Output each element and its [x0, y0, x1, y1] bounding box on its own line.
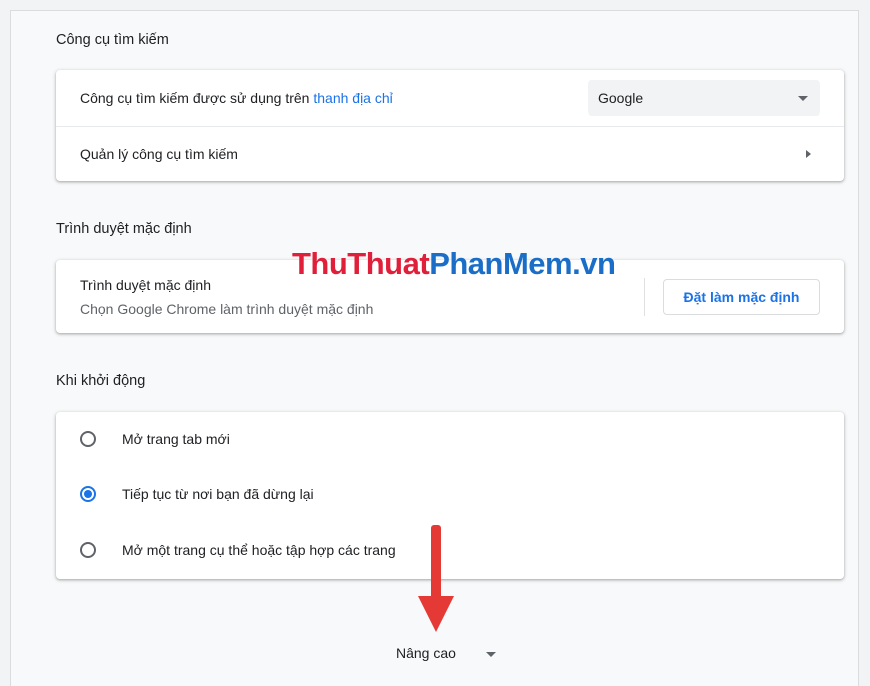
startup-option-continue[interactable]: Tiếp tục từ nơi bạn đã dừng lại — [56, 467, 844, 523]
advanced-label: Nâng cao — [396, 645, 456, 661]
expand-arrow-icon[interactable] — [486, 652, 496, 657]
startup-option-new-tab[interactable]: Mở trang tab mới — [56, 412, 844, 468]
startup-option-specific-pages[interactable]: Mở một trang cụ thể hoặc tập hợp các tra… — [56, 523, 844, 579]
startup-card: Mở trang tab mới Tiếp tục từ nơi bạn đã … — [56, 412, 844, 579]
startup-option-label: Mở trang tab mới — [122, 431, 230, 447]
manage-search-engines-label: Quản lý công cụ tìm kiếm — [80, 146, 238, 162]
advanced-toggle[interactable]: Nâng cao — [396, 645, 456, 661]
radio-checked-icon[interactable] — [80, 486, 96, 502]
watermark-part1: ThuThuat — [292, 246, 430, 281]
watermark-logo: ThuThuatPhanMem.vn — [292, 246, 616, 282]
search-engine-row-label: Công cụ tìm kiếm được sử dụng trên thanh… — [80, 90, 393, 106]
startup-section-title: Khi khởi động — [56, 373, 146, 389]
manage-search-engines-row[interactable]: Quản lý công cụ tìm kiếm — [56, 127, 844, 181]
default-browser-section-title: Trình duyệt mặc định — [56, 221, 192, 237]
startup-option-label: Mở một trang cụ thể hoặc tập hợp các tra… — [122, 542, 396, 558]
chevron-right-icon — [806, 150, 811, 158]
default-browser-title: Trình duyệt mặc định — [80, 277, 211, 293]
address-bar-link[interactable]: thanh địa chỉ — [313, 90, 392, 106]
startup-option-label: Tiếp tục từ nơi bạn đã dừng lại — [122, 486, 314, 502]
vertical-divider — [644, 278, 645, 316]
search-engine-select[interactable]: Google — [588, 80, 820, 116]
search-engine-card: Công cụ tìm kiếm được sử dụng trên thanh… — [56, 70, 844, 181]
dropdown-arrow-icon — [798, 96, 808, 101]
annotation-arrow-head-icon — [418, 596, 454, 632]
watermark-part3: .vn — [572, 246, 616, 281]
radio-unchecked-icon[interactable] — [80, 542, 96, 558]
radio-unchecked-icon[interactable] — [80, 431, 96, 447]
search-engine-row: Công cụ tìm kiếm được sử dụng trên thanh… — [56, 70, 844, 126]
make-default-button[interactable]: Đặt làm mặc định — [663, 279, 820, 315]
default-browser-subtitle: Chọn Google Chrome làm trình duyệt mặc đ… — [80, 301, 374, 317]
search-engine-section-title: Công cụ tìm kiếm — [56, 32, 169, 48]
search-engine-row-prefix: Công cụ tìm kiếm được sử dụng trên — [80, 90, 314, 106]
search-engine-select-value: Google — [598, 90, 644, 106]
watermark-part2: PhanMem — [429, 246, 573, 281]
annotation-arrow-shaft — [431, 525, 441, 600]
